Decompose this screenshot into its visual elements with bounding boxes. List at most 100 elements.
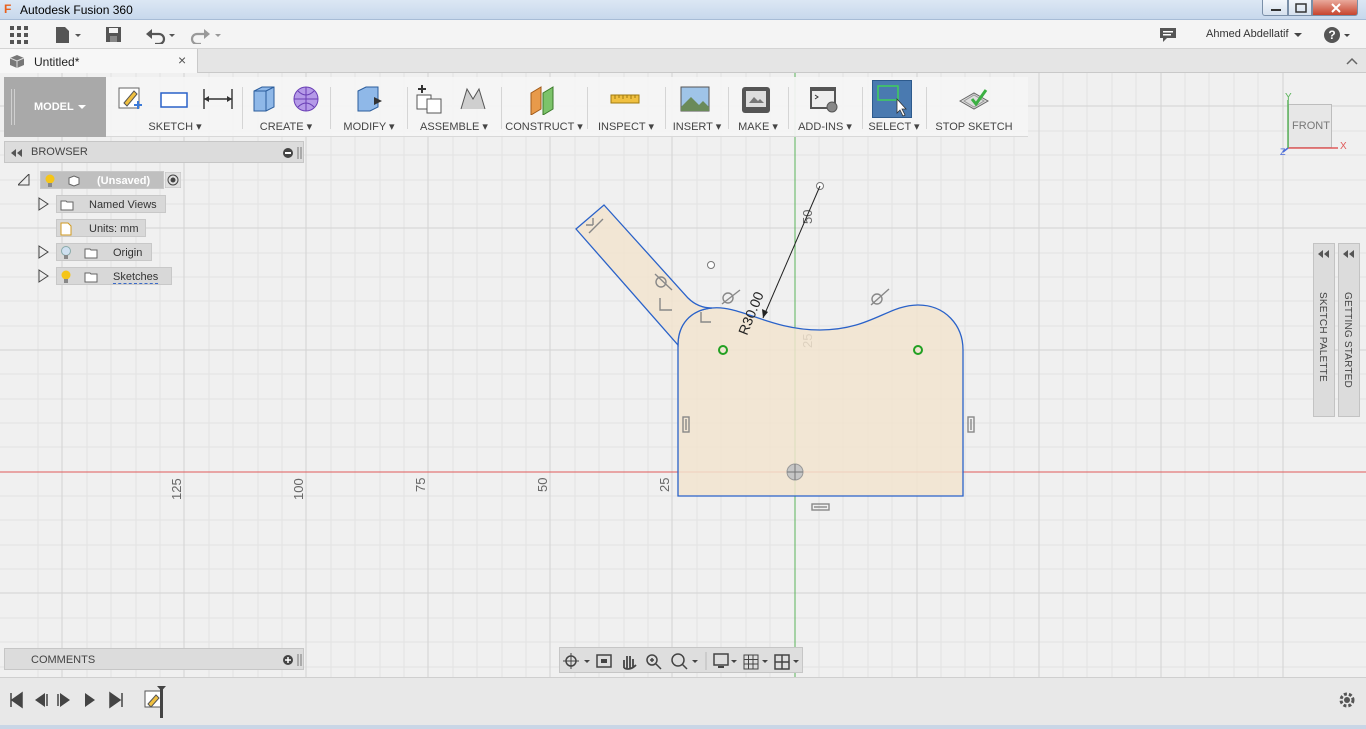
measure-icon[interactable] (609, 83, 641, 115)
select-group: SELECT ▾ (864, 77, 924, 137)
browser-pin-grip-icon[interactable] (297, 147, 303, 159)
user-account-menu[interactable]: Ahmed Abdellatif (1206, 28, 1289, 40)
collapse-up-chevron-icon[interactable] (1346, 56, 1358, 66)
activate-radio-icon[interactable] (165, 172, 181, 188)
rectangle-tool-icon[interactable] (158, 83, 190, 115)
expand-getting-started-icon[interactable] (1343, 250, 1355, 258)
title-bar: F Autodesk Fusion 360 (0, 0, 1366, 20)
timeline-step-back-icon[interactable] (35, 693, 48, 707)
create-menu[interactable]: CREATE ▾ (244, 120, 328, 133)
axis-tick-label: 75 (413, 478, 428, 492)
extrude-icon[interactable] (248, 83, 280, 115)
scripts-addins-icon[interactable] (808, 83, 840, 115)
browser-panel-header[interactable]: BROWSER (4, 141, 304, 163)
axis-tick-label: 25 (657, 478, 672, 492)
data-panel-grid-icon[interactable] (10, 24, 28, 46)
getting-started-label: GETTING STARTED (1342, 292, 1353, 388)
comments-pin-grip-icon[interactable] (297, 654, 303, 666)
sketch-menu[interactable]: SKETCH ▾ (110, 120, 240, 133)
close-window-button[interactable] (1312, 0, 1358, 16)
collapse-browser-icon[interactable] (11, 149, 23, 157)
joint-icon[interactable] (457, 83, 489, 115)
tree-item-label: Origin (113, 247, 143, 259)
sketch-dimension-icon[interactable] (202, 83, 234, 115)
tangent-constraint-icon[interactable] (721, 289, 741, 305)
insert-menu[interactable]: INSERT ▾ (667, 120, 727, 133)
tree-item-origin[interactable]: Origin (38, 243, 154, 261)
document-tab-untitled[interactable]: Untitled* × (0, 49, 198, 73)
workspace-switcher-button[interactable]: MODEL (4, 77, 106, 137)
look-at-icon[interactable] (596, 654, 612, 668)
form-sculpt-icon[interactable] (290, 83, 322, 115)
close-tab-icon[interactable]: × (178, 52, 186, 68)
tangent-constraint-icon[interactable] (870, 288, 890, 306)
add-ins-menu[interactable]: ADD-INS ▾ (790, 120, 860, 133)
press-pull-icon[interactable] (352, 83, 384, 115)
minimize-button[interactable] (1262, 0, 1288, 16)
sketch-palette-tab[interactable]: SKETCH PALETTE (1313, 243, 1335, 417)
horizontal-constraint-icon[interactable] (811, 503, 830, 511)
maximize-button[interactable] (1288, 0, 1312, 16)
sketch-grid-viewport[interactable]: 125 100 75 50 25 50 25 R30.00 (0, 73, 1366, 677)
save-icon[interactable] (105, 24, 123, 46)
tree-expand-toggle-icon[interactable] (38, 245, 50, 259)
tree-item-units[interactable]: Units: mm (56, 219, 148, 237)
zoom-icon[interactable] (646, 654, 662, 670)
timeline-play-icon[interactable] (57, 693, 70, 707)
visibility-bulb-icon[interactable] (60, 270, 72, 284)
design-canvas[interactable]: 125 100 75 50 25 50 25 R30.00 (0, 73, 1366, 677)
viewports-icon[interactable] (774, 654, 799, 670)
tree-expand-toggle-icon[interactable] (38, 197, 50, 211)
help-icon[interactable]: ? (1323, 24, 1353, 46)
make-menu[interactable]: MAKE ▾ (730, 120, 786, 133)
fit-window-icon[interactable] (671, 653, 698, 670)
radius-dimension-leader[interactable] (762, 185, 821, 319)
timeline-go-to-start-icon[interactable] (10, 691, 23, 709)
user-menu-chevron-icon[interactable] (1294, 24, 1302, 46)
assemble-menu[interactable]: ASSEMBLE ▾ (409, 120, 499, 133)
visibility-bulb-off-icon[interactable] (60, 246, 72, 260)
notification-chat-icon[interactable] (1159, 24, 1177, 46)
sketch-profile-main[interactable] (677, 304, 964, 497)
file-menu-icon[interactable] (54, 24, 82, 46)
timeline-settings-gear-icon[interactable] (1339, 692, 1355, 708)
select-menu[interactable]: SELECT ▾ (864, 120, 924, 133)
redo-icon[interactable] (189, 24, 223, 46)
tree-item-sketches[interactable]: Sketches (38, 267, 174, 285)
tree-item-named-views[interactable]: Named Views (38, 195, 168, 213)
3d-print-icon[interactable] (740, 83, 772, 115)
tree-item-label: Named Views (89, 199, 157, 211)
timeline-sketch-feature-icon[interactable] (144, 686, 166, 718)
orbit-icon[interactable] (563, 653, 590, 669)
modify-menu[interactable]: MODIFY ▾ (332, 120, 406, 133)
construction-plane-icon[interactable] (527, 83, 559, 115)
display-settings-icon[interactable] (713, 653, 737, 668)
axis-tick-label: 50 (535, 478, 550, 492)
timeline-step-forward-icon[interactable] (85, 693, 95, 707)
inspect-menu[interactable]: INSPECT ▾ (589, 120, 663, 133)
create-sketch-icon[interactable] (114, 83, 146, 115)
expand-palette-icon[interactable] (1318, 250, 1330, 258)
insert-image-icon[interactable] (679, 83, 711, 115)
construct-menu[interactable]: CONSTRUCT ▾ (503, 120, 585, 133)
new-component-icon[interactable] (413, 83, 445, 115)
undo-icon[interactable] (145, 24, 179, 46)
add-comment-icon[interactable] (282, 654, 294, 666)
browser-minimize-icon[interactable] (282, 147, 294, 159)
sketch-point[interactable] (707, 261, 715, 269)
component-document-icon (9, 55, 25, 68)
timeline-go-to-end-icon[interactable] (109, 691, 123, 709)
stop-sketch-button[interactable]: STOP SKETCH (928, 121, 1020, 133)
comments-panel-header[interactable]: COMMENTS (4, 648, 304, 670)
tree-root-unsaved[interactable]: (Unsaved) (18, 171, 188, 189)
select-tool-button[interactable] (872, 80, 912, 118)
visibility-bulb-icon[interactable] (44, 174, 56, 188)
getting-started-tab[interactable]: GETTING STARTED (1338, 243, 1360, 417)
tree-expand-toggle-icon[interactable] (38, 269, 50, 283)
pan-hand-icon[interactable] (623, 656, 637, 670)
grid-snap-icon[interactable] (743, 654, 768, 670)
application-bar: Ahmed Abdellatif ? (0, 20, 1366, 49)
tree-item-label: Sketches (113, 271, 159, 284)
stop-sketch-icon[interactable] (958, 83, 990, 115)
tree-expand-toggle-icon[interactable] (18, 174, 30, 186)
